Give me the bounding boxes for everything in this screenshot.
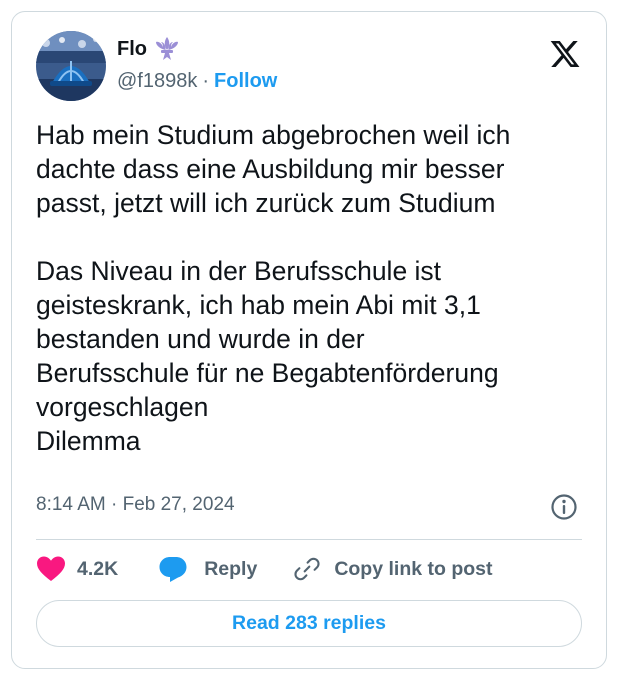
user-handle[interactable]: @f1898k	[117, 70, 197, 93]
tweet-text: Hab mein Studium abgebrochen weil ich da…	[36, 120, 511, 456]
reply-label: Reply	[204, 557, 258, 580]
reply-button[interactable]: Reply	[158, 555, 257, 583]
read-replies-button[interactable]: Read 283 replies	[36, 600, 582, 647]
like-count: 4.2K	[77, 557, 119, 580]
divider	[36, 539, 582, 540]
copy-link-label: Copy link to post	[334, 557, 493, 580]
follow-button[interactable]: Follow	[214, 70, 277, 93]
reply-bubble-icon	[159, 557, 187, 582]
tweet-timestamp[interactable]: 8:14 AM · Feb 27, 2024	[36, 494, 235, 516]
avatar[interactable]	[36, 31, 106, 101]
copy-link-button[interactable]: Copy link to post	[293, 555, 492, 583]
link-icon	[294, 557, 320, 581]
display-name[interactable]: Flo	[117, 38, 147, 61]
like-button[interactable]: 4.2K	[36, 555, 118, 583]
handle-row: @f1898k · Follow	[117, 70, 277, 93]
x-logo-icon[interactable]	[548, 38, 582, 70]
info-icon[interactable]	[550, 493, 578, 521]
action-bar: 4.2K Reply Copy link to post	[36, 554, 492, 584]
tweet-card: Flo @f1898k · Follow Hab mein Studium ab…	[11, 11, 607, 669]
author-name-row: Flo	[117, 36, 181, 62]
fleur-de-lis-icon	[156, 37, 178, 60]
separator-dot: ·	[202, 70, 210, 92]
heart-icon	[37, 556, 65, 581]
